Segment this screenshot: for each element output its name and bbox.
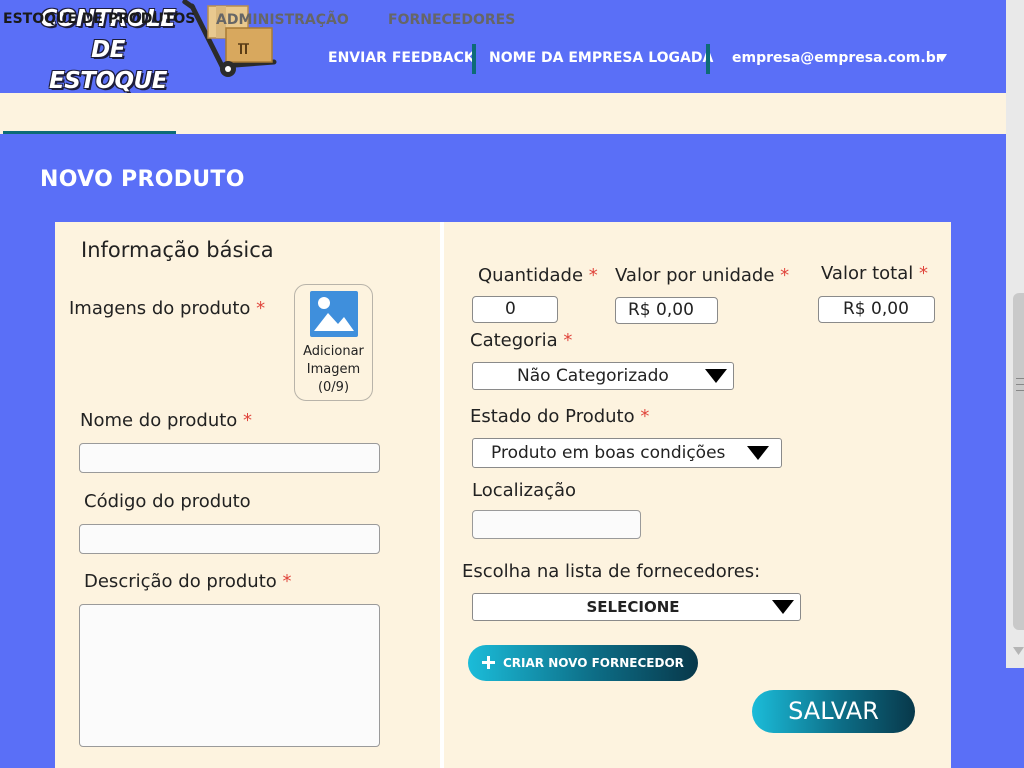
category-selected-value: Não Categorizado bbox=[517, 366, 669, 386]
dropdown-triangle-icon bbox=[705, 369, 727, 383]
nav-divider bbox=[706, 44, 710, 74]
nav-divider bbox=[472, 44, 476, 74]
create-supplier-label: CRIAR NOVO FORNECEDOR bbox=[503, 656, 684, 670]
scrollbar-grip-line bbox=[1016, 378, 1024, 379]
product-name-label: Nome do produto bbox=[80, 410, 252, 431]
location-input[interactable] bbox=[472, 510, 641, 539]
scrollbar-grip-line bbox=[1016, 390, 1024, 391]
supplier-list-label: Escolha na lista de fornecedores: bbox=[462, 561, 761, 582]
dropdown-triangle-icon bbox=[747, 446, 769, 460]
quantity-input[interactable]: 0 bbox=[472, 296, 558, 323]
image-placeholder-icon bbox=[310, 291, 358, 337]
quantity-label: Quantidade bbox=[478, 265, 598, 286]
caret-down-icon[interactable] bbox=[937, 53, 947, 63]
product-description-label: Descrição do produto bbox=[84, 571, 292, 592]
form-column-divider bbox=[440, 222, 444, 768]
supplier-selected-value: SELECIONE bbox=[586, 598, 680, 616]
product-condition-select[interactable]: Produto em boas condições bbox=[472, 438, 782, 468]
product-code-label: Código do produto bbox=[84, 491, 251, 512]
total-value-label: Valor total bbox=[821, 263, 928, 284]
product-condition-label: Estado do Produto bbox=[470, 406, 649, 427]
add-image-text: Imagem bbox=[306, 362, 361, 377]
create-supplier-button[interactable]: CRIAR NOVO FORNECEDOR bbox=[468, 645, 698, 681]
tab-fornecedores[interactable]: FORNECEDORES bbox=[388, 12, 515, 28]
unit-price-input[interactable]: R$ 0,00 bbox=[615, 297, 718, 324]
location-label: Localização bbox=[472, 480, 577, 501]
section-title-informacao-basica: Informação básica bbox=[81, 238, 274, 262]
page-title: NOVO PRODUTO bbox=[40, 167, 245, 192]
tab-administracao[interactable]: ADMINISTRAÇÃO bbox=[216, 12, 349, 28]
product-description-textarea[interactable] bbox=[79, 604, 380, 747]
add-image-text: Adicionar bbox=[303, 344, 364, 359]
tab-bar bbox=[0, 93, 1006, 134]
category-label: Categoria bbox=[470, 330, 572, 351]
dropdown-triangle-icon bbox=[772, 600, 794, 614]
product-name-input[interactable] bbox=[79, 443, 380, 473]
unit-price-label: Valor por unidade bbox=[615, 265, 789, 286]
scrollbar-thumb[interactable] bbox=[1013, 293, 1024, 630]
category-select[interactable]: Não Categorizado bbox=[472, 362, 734, 390]
company-name-link[interactable]: NOME DA EMPRESA LOGADA bbox=[489, 50, 713, 70]
product-images-label: Imagens do produto bbox=[69, 298, 265, 319]
scrollbar-grip-line bbox=[1016, 384, 1024, 385]
product-condition-selected-value: Produto em boas condições bbox=[491, 443, 726, 463]
add-image-label: Adicionar Imagem (0/9) bbox=[294, 343, 373, 397]
active-tab-indicator bbox=[3, 131, 176, 134]
supplier-select[interactable]: SELECIONE bbox=[472, 593, 801, 621]
scroll-down-arrow-icon[interactable] bbox=[1013, 646, 1024, 656]
product-code-input[interactable] bbox=[79, 524, 380, 554]
tab-estoque-de-produtos[interactable]: ESTOQUE DE PRODUTOS bbox=[3, 11, 195, 27]
save-button[interactable]: SALVAR bbox=[752, 690, 915, 733]
image-count: (0/9) bbox=[317, 380, 350, 395]
send-feedback-link[interactable]: ENVIAR FEEDBACK bbox=[328, 50, 475, 70]
user-email-menu[interactable]: empresa@empresa.com.br bbox=[732, 50, 943, 70]
plus-icon bbox=[482, 656, 495, 669]
total-value-input[interactable]: R$ 0,00 bbox=[818, 296, 935, 323]
